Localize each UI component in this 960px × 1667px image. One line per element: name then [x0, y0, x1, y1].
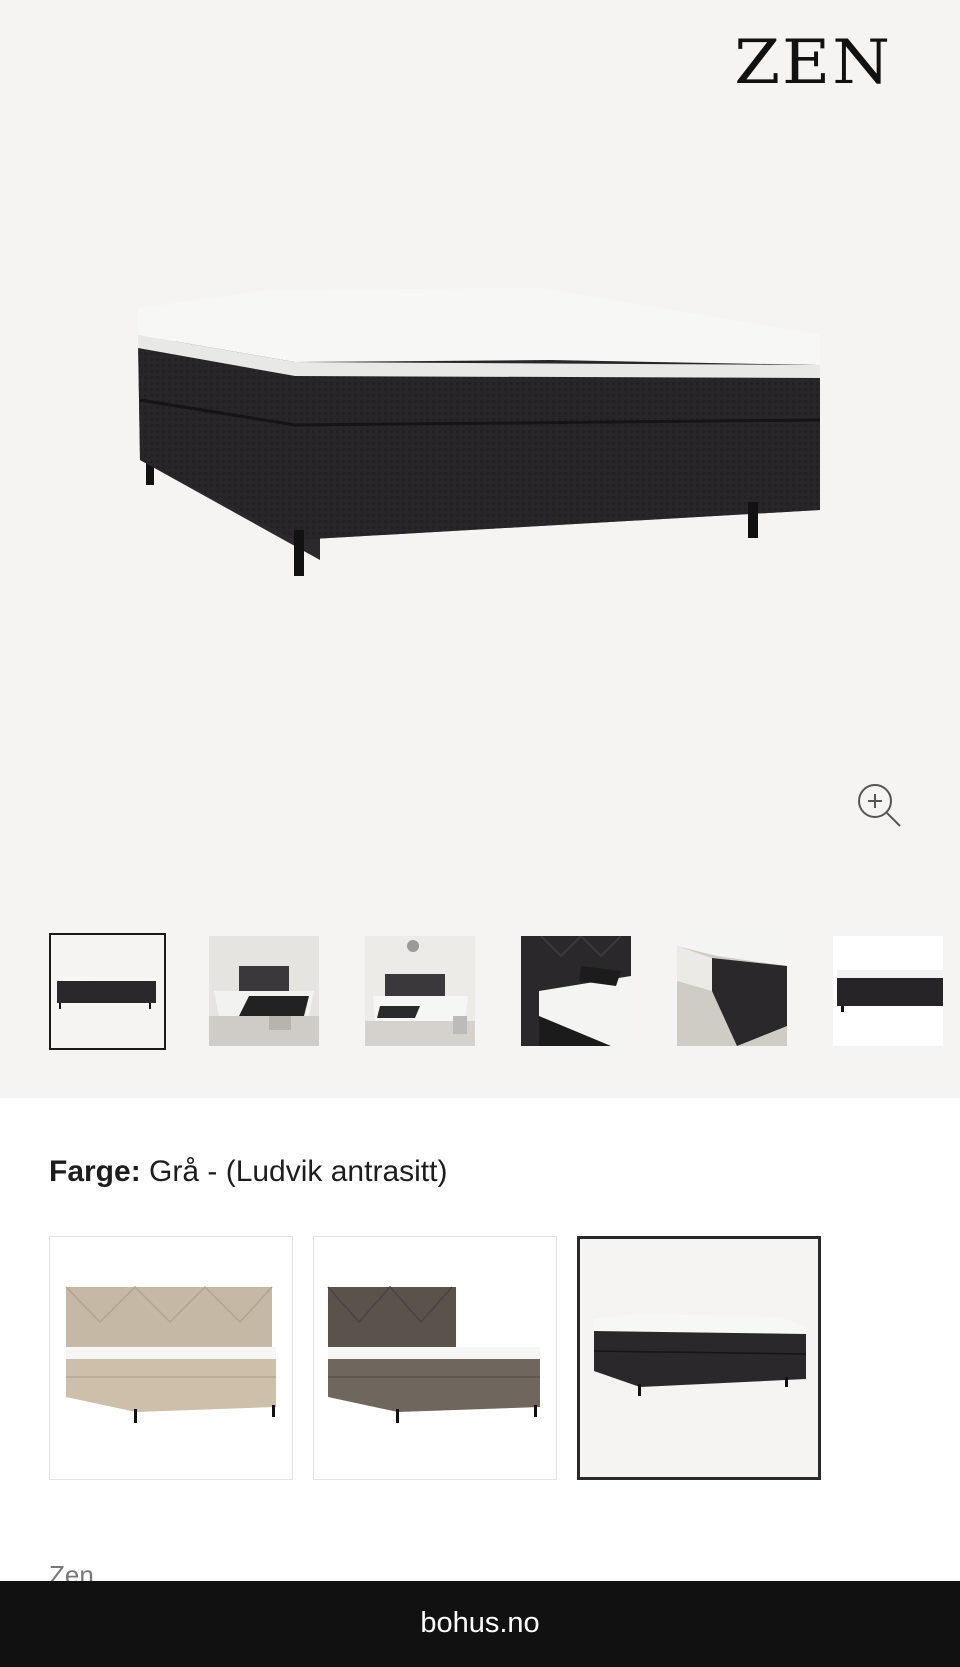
site-domain[interactable]: bohus.no [0, 1607, 960, 1640]
browser-url-bar: bohus.no [0, 1581, 960, 1667]
color-label: Farge: [49, 1155, 141, 1188]
main-product-image[interactable] [120, 280, 840, 610]
thumbnail-product-side[interactable] [833, 936, 943, 1046]
thumbnail-corner-detail[interactable] [677, 936, 787, 1046]
thumbnail-strip[interactable] [49, 933, 960, 1050]
thumbnail-headboard-detail[interactable] [521, 936, 631, 1046]
zoom-in-icon[interactable] [856, 782, 902, 828]
color-selector-label: Farge: Grå - (Ludvik antrasitt) [49, 1155, 447, 1189]
color-swatch-brown-grey[interactable] [313, 1236, 557, 1480]
thumbnail-product-front[interactable] [49, 933, 166, 1050]
color-swatch-anthracite[interactable] [577, 1236, 821, 1480]
color-value: Grå - (Ludvik antrasitt) [149, 1155, 448, 1188]
thumbnail-bedroom-scene-1[interactable] [209, 936, 319, 1046]
product-image-gallery: ZEN [0, 0, 960, 1098]
color-swatch-list [49, 1236, 849, 1480]
thumbnail-bedroom-scene-2[interactable] [365, 936, 475, 1046]
brand-logo: ZEN [734, 27, 892, 98]
color-swatch-beige[interactable] [49, 1236, 293, 1480]
